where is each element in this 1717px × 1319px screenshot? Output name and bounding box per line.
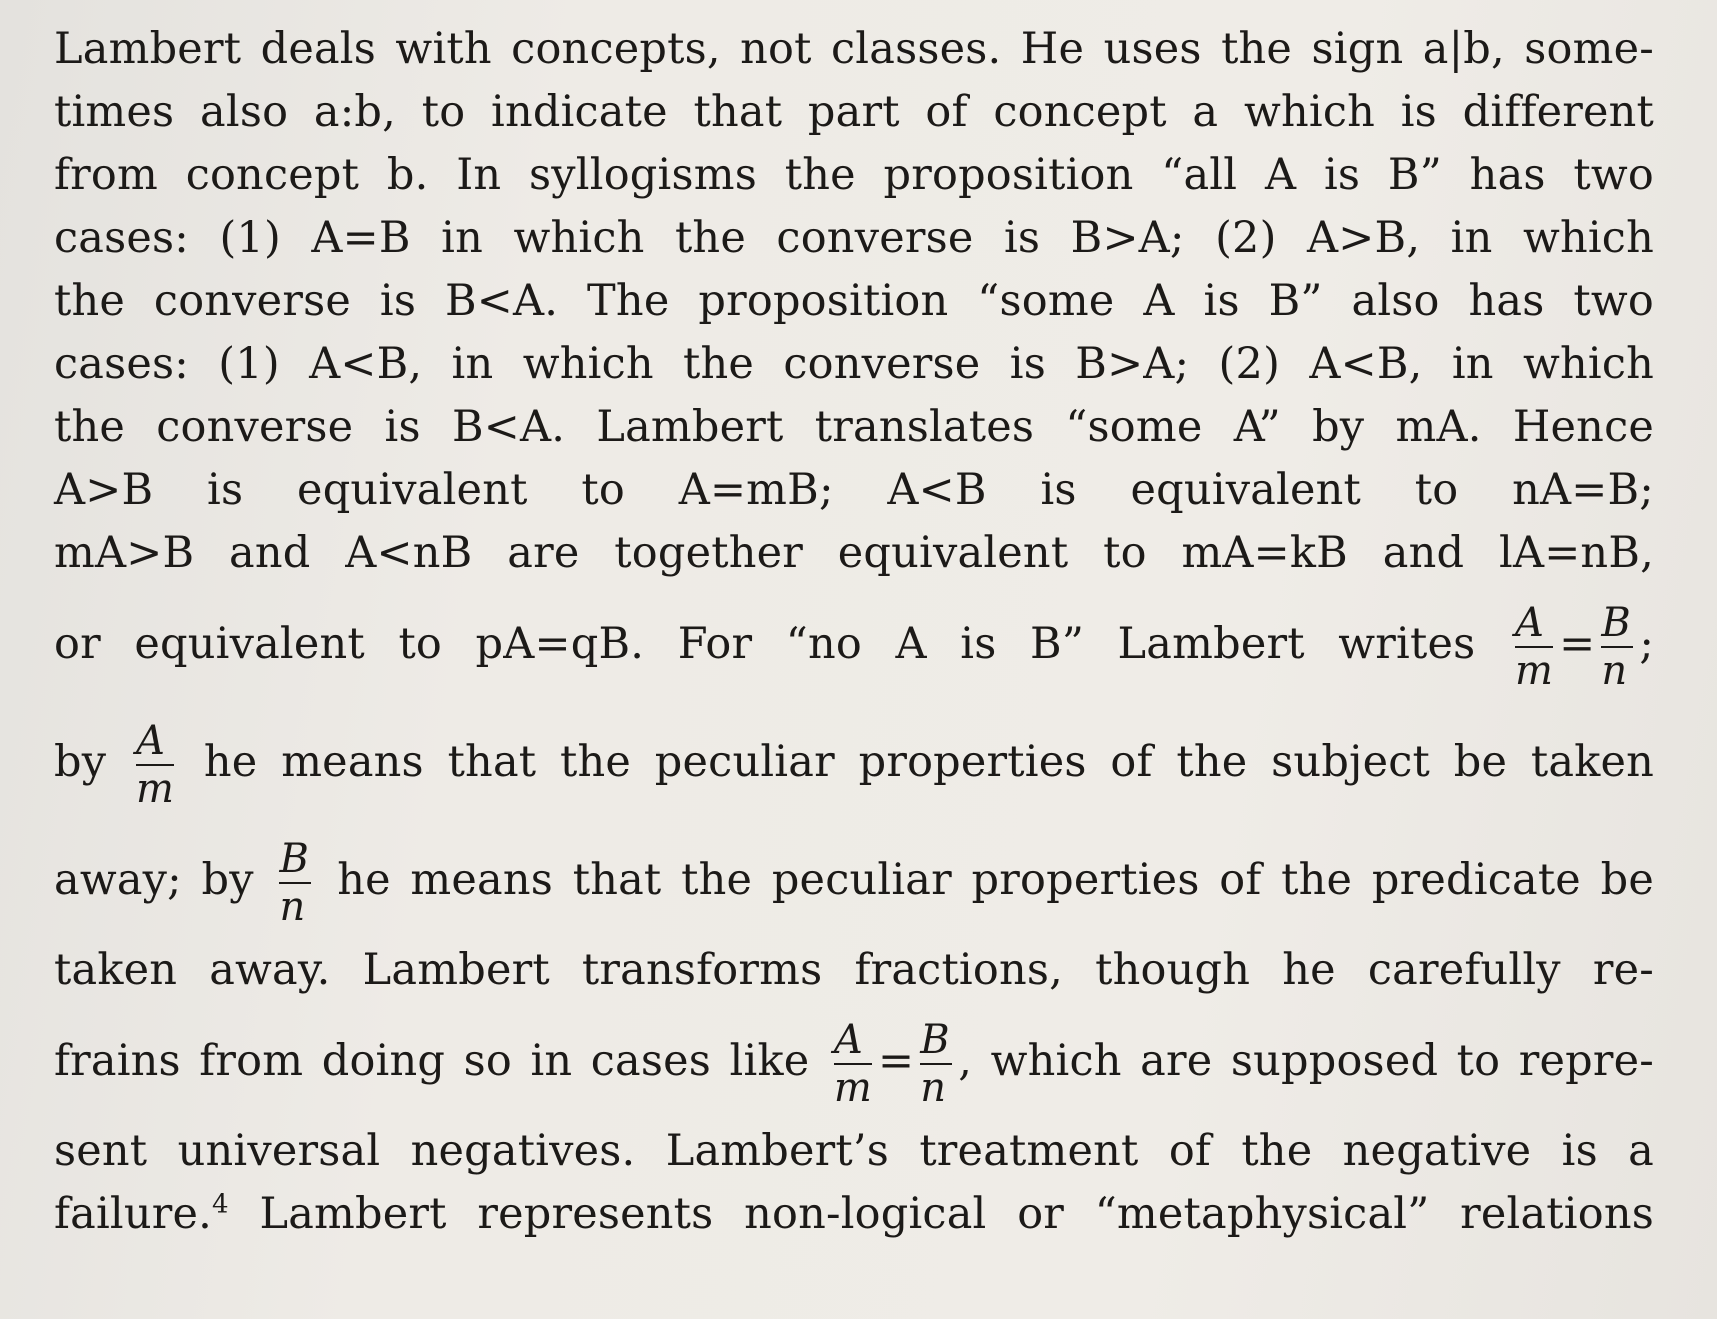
fraction-denominator: m	[1514, 648, 1554, 694]
line-text: he means that the peculiar properties of…	[203, 737, 1654, 787]
fraction-denominator: n	[1601, 648, 1628, 694]
text-line: A>B is equivalent to A=mB; A<B is equiva…	[54, 465, 1654, 515]
fraction-denominator: m	[833, 1065, 873, 1111]
line-text: , which are supposed to repre-	[958, 1036, 1654, 1086]
text-line-with-fractions: frains from doing so in cases like Am = Bn…	[54, 1002, 1654, 1120]
text-line: cases: (1) A<B, in which the converse is…	[54, 339, 1654, 389]
fraction-b-over-n: Bn	[279, 836, 312, 930]
line-text: Lambert represents non-logical or “metap…	[228, 1189, 1654, 1239]
footnote-marker[interactable]: 4	[212, 1190, 229, 1220]
line-text: ;	[1639, 619, 1654, 669]
line-text: away; by	[54, 855, 254, 905]
text-line: from concept b. In syllogisms the propos…	[54, 150, 1654, 200]
fraction-a-over-m: Am	[1514, 600, 1554, 694]
fraction-b-over-n: Bn	[920, 1017, 953, 1111]
text-line: sent universal negatives. Lambert’s trea…	[54, 1126, 1654, 1176]
text-line: Lambert deals with concepts, not classes…	[54, 24, 1654, 74]
text-line: mA>B and A<nB are together equivalent to…	[54, 528, 1654, 578]
text-line-with-fraction: by Am he means that the peculiar propert…	[54, 703, 1654, 821]
line-text: frains from doing so in cases like	[54, 1036, 810, 1086]
text-line: taken away. Lambert transforms fractions…	[54, 945, 1654, 995]
text-line-with-fractions: or equivalent to pA=qB. For “no A is B” …	[54, 585, 1654, 703]
fraction-denominator: n	[920, 1065, 947, 1111]
fraction-a-over-m: Am	[833, 1017, 873, 1111]
fraction-numerator: B	[920, 1017, 950, 1063]
fraction-denominator: m	[135, 766, 175, 812]
equals-sign: =	[1559, 619, 1596, 669]
fraction-numerator: A	[135, 718, 166, 764]
text-line: the converse is B<A. Lambert translates …	[54, 402, 1654, 452]
fraction-numerator: A	[833, 1017, 863, 1063]
line-text: by	[54, 737, 107, 787]
line-text: he means that the peculiar properties of…	[337, 855, 1655, 905]
fraction-numerator: A	[1514, 600, 1545, 646]
fraction-numerator: B	[279, 836, 310, 882]
text-line: the converse is B<A. The proposition “so…	[54, 276, 1654, 326]
equals-sign: =	[878, 1036, 915, 1086]
fraction-a-over-m: Am	[135, 718, 175, 812]
book-page: Lambert deals with concepts, not classes…	[0, 0, 1717, 1319]
text-line-with-footnote: failure.4 Lambert represents non-logical…	[54, 1183, 1654, 1246]
line-text: or equivalent to pA=qB. For “no A is B” …	[54, 619, 1476, 669]
fraction-numerator: B	[1601, 600, 1631, 646]
body-text: Lambert deals with concepts, not classes…	[54, 18, 1654, 1246]
text-line-with-fraction: away; by Bn he means that the peculiar p…	[54, 821, 1654, 939]
fraction-denominator: n	[279, 884, 306, 930]
text-line: cases: (1) A=B in which the converse is …	[54, 213, 1654, 263]
fraction-b-over-n: Bn	[1601, 600, 1634, 694]
text-line: times also a:b, to indicate that part of…	[54, 87, 1654, 137]
line-text: failure.	[54, 1189, 213, 1239]
